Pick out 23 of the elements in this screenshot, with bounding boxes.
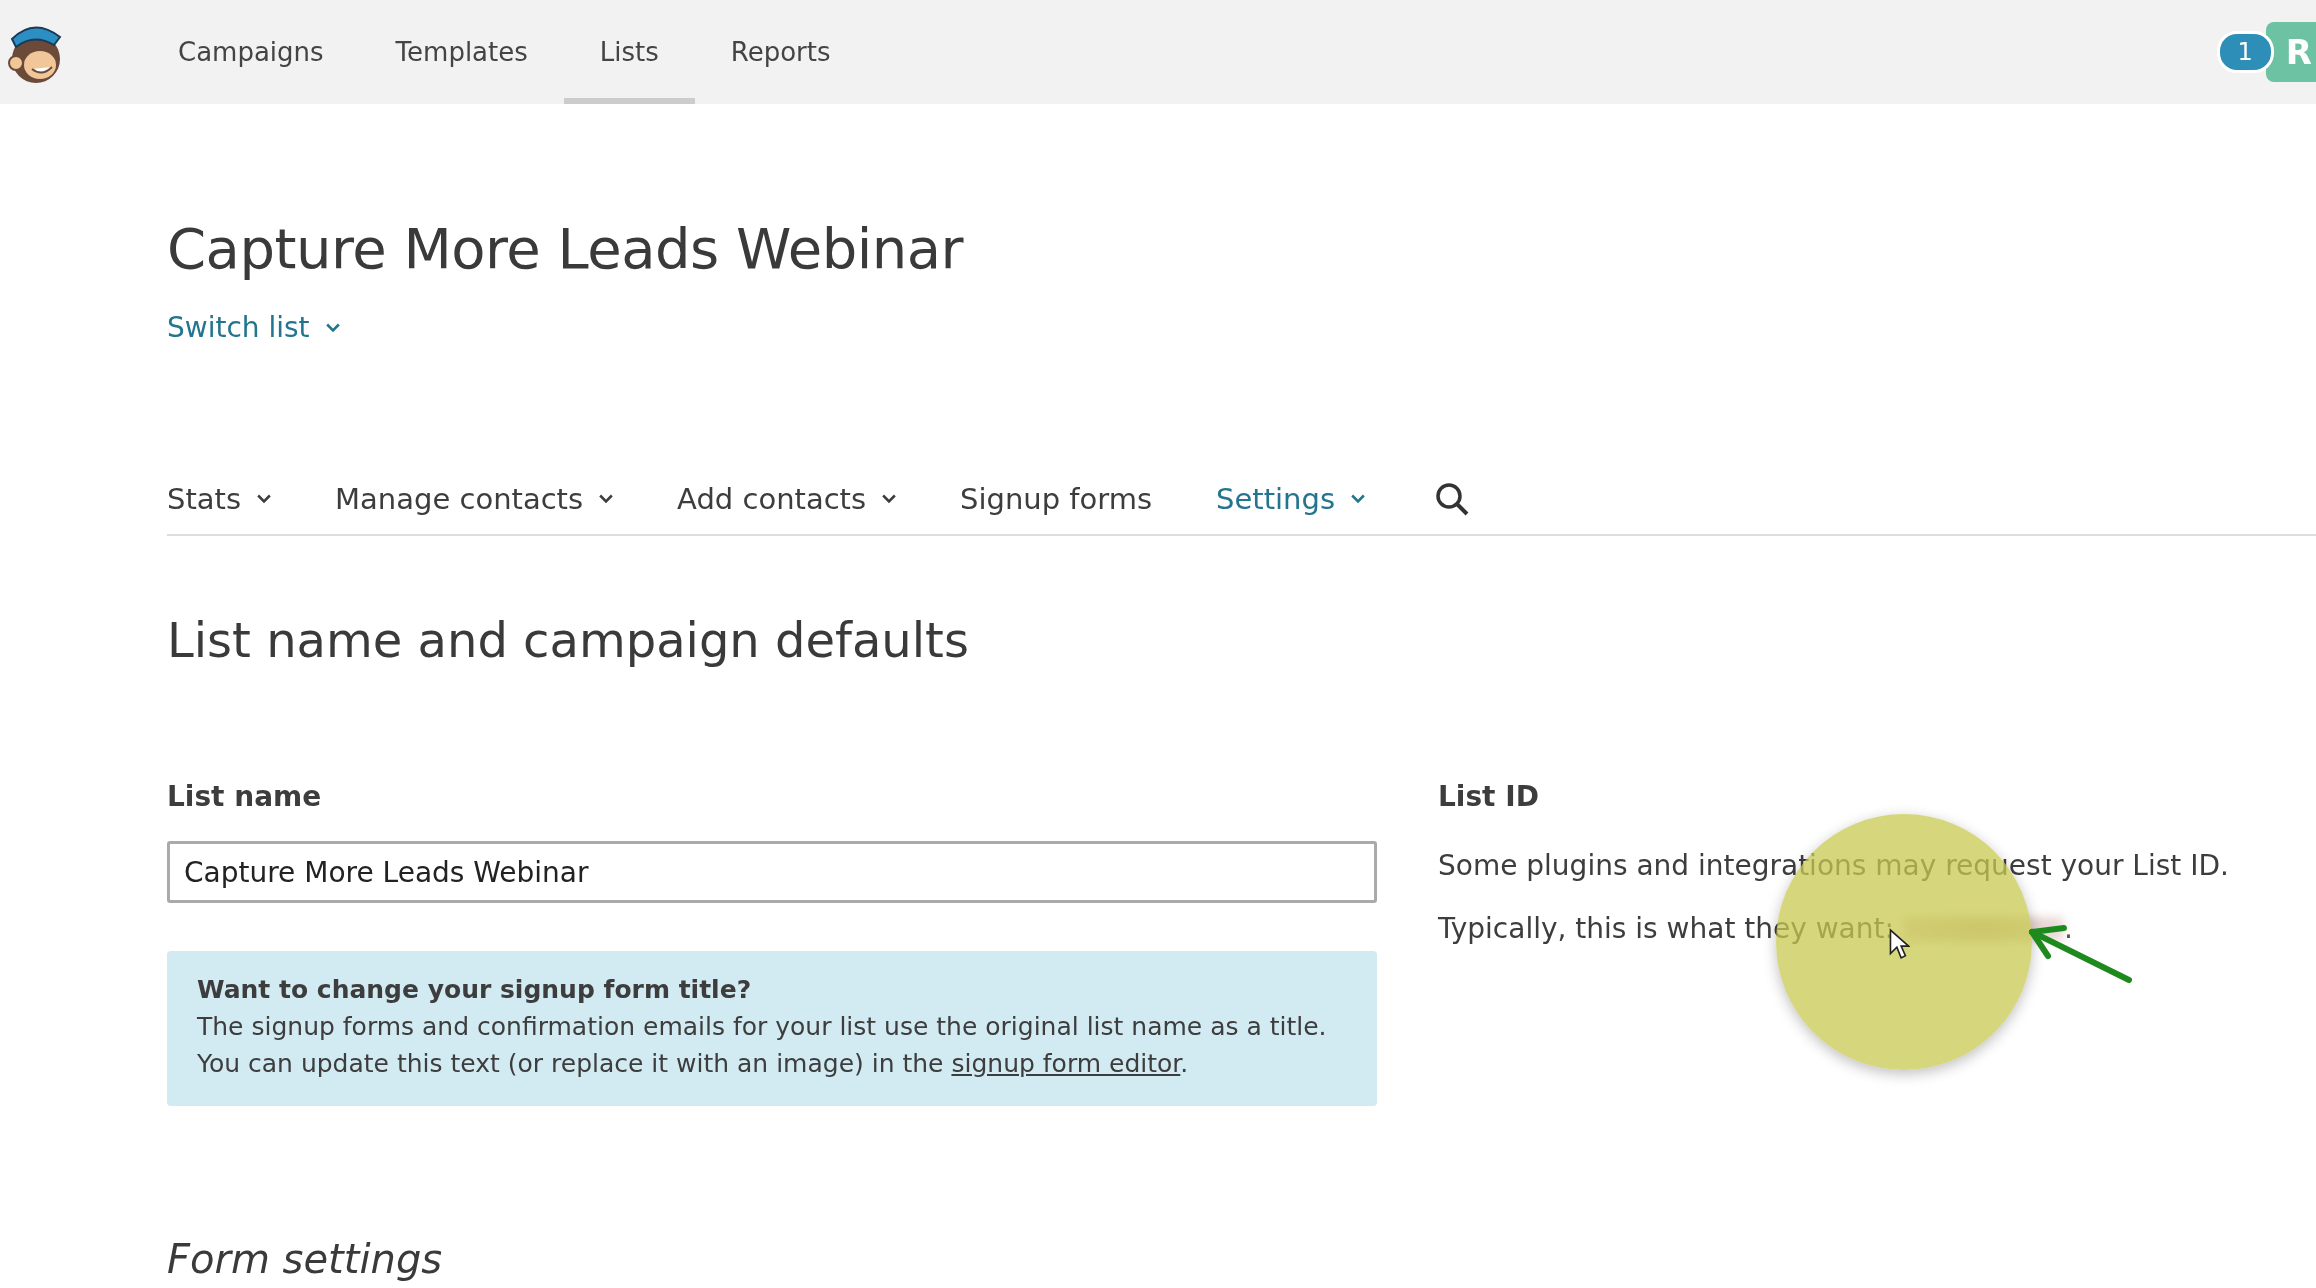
notification-badge[interactable]: 1 <box>2216 31 2274 73</box>
list-name-field[interactable]: Capture More Leads Webinar <box>167 841 1377 903</box>
notice-title: Want to change your signup form title? <box>197 975 753 1004</box>
sub-nav-tab[interactable]: Stats <box>167 482 272 516</box>
sub-nav-tab[interactable]: Manage contacts <box>335 482 614 516</box>
section-heading: List name and campaign defaults <box>167 612 970 668</box>
field-label: List name <box>167 780 323 813</box>
sub-nav-tab[interactable]: Signup forms <box>960 482 1153 516</box>
nav-tab[interactable]: Templates <box>359 0 564 104</box>
nav-tab[interactable]: Reports <box>694 0 867 104</box>
sub-nav-tab[interactable]: Settings <box>1216 482 1365 516</box>
sub-nav-tab[interactable]: Add contacts <box>677 482 897 516</box>
period: . <box>2063 912 2073 945</box>
notice-text: The signup forms and confirmation emails for your list use the original list name as a title. You can update this text (or replace it with an image) in the signup form editor. <box>197 1011 1328 1080</box>
field-label: List ID <box>1438 780 1540 813</box>
nav-tab[interactable]: Campaigns <box>142 0 360 104</box>
section-heading: Form settings <box>167 1236 444 1282</box>
search-icon[interactable] <box>1435 482 1469 516</box>
page-title: Capture More Leads Webinar <box>167 215 965 281</box>
signup-form-editor-link[interactable]: signup form editor <box>951 1049 1181 1078</box>
caret-icon <box>325 322 340 333</box>
nav-tab[interactable]: Lists <box>563 0 695 104</box>
switch-list-dropdown[interactable]: Switch list <box>167 311 340 344</box>
